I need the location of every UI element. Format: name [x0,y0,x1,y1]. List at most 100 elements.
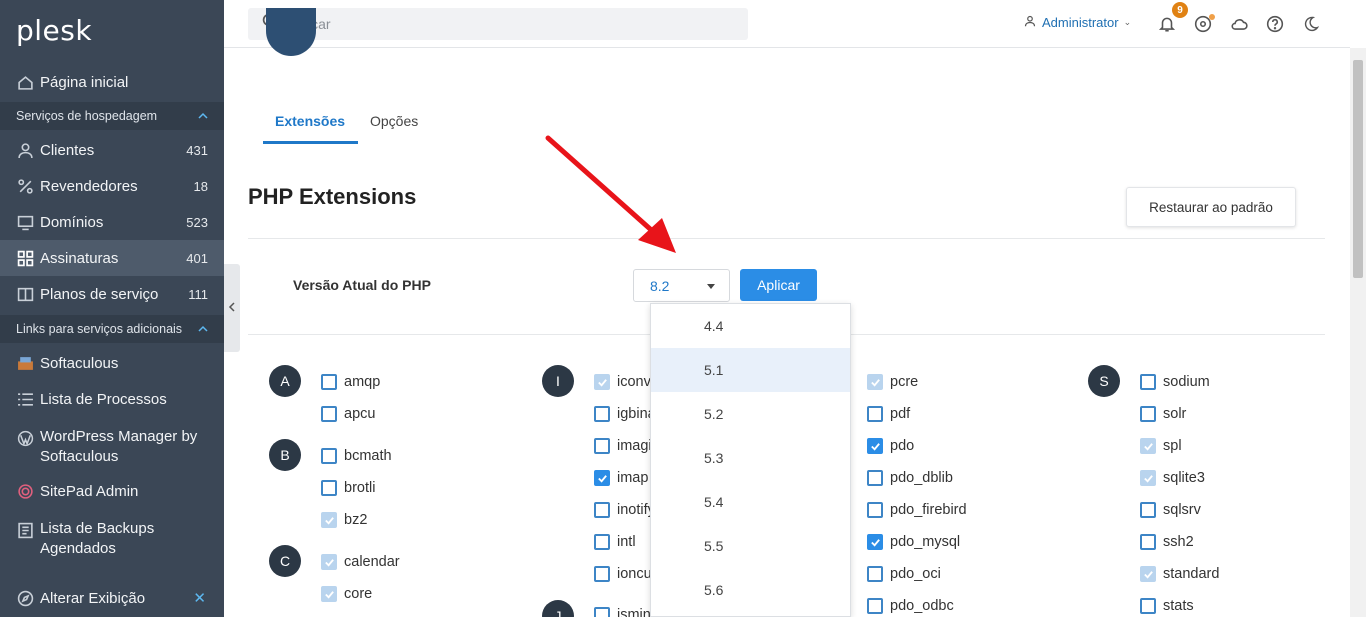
extension-row: sodium [1140,372,1210,392]
extension-checkbox [321,512,337,528]
extension-checkbox[interactable] [1140,502,1156,518]
extension-label: pdo_odbc [890,598,954,614]
user-menu[interactable]: Administrator ⌄ [1024,15,1131,30]
tab-extensions[interactable]: Extensões [263,108,358,144]
dropdown-option[interactable]: 5.2 [651,392,850,436]
extension-row: standard [1140,564,1219,584]
sidebar-item-service-plans[interactable]: Planos de serviço 111 [0,276,224,312]
extension-label: solr [1163,406,1187,422]
extension-checkbox[interactable] [594,534,610,550]
extension-checkbox [321,586,337,602]
dropdown-option[interactable]: 5.6 [651,568,850,612]
php-version-dropdown: 4.4 5.1 5.2 5.3 5.4 5.5 5.6 [650,303,851,617]
extension-row: sqlite3 [1140,468,1205,488]
dark-mode-icon[interactable] [1301,14,1321,34]
extension-label: spl [1163,438,1182,454]
extension-row: spl [1140,436,1182,456]
sidebar-item-label: Domínios [40,213,104,231]
extension-checkbox[interactable] [1140,598,1156,614]
extension-checkbox[interactable] [321,480,337,496]
extension-checkbox[interactable] [594,607,610,617]
extension-row: stats [1140,596,1194,616]
sidebar-item-label: Planos de serviço [40,285,159,303]
sidebar-item-resellers[interactable]: Revendedores 18 [0,168,224,204]
sidebar-item-domains[interactable]: Domínios 523 [0,204,224,240]
extension-row: pdo_firebird [867,500,967,520]
user-name: Administrator [1042,15,1119,30]
sidebar-item-process-list[interactable]: Lista de Processos [0,381,224,417]
book-icon [16,285,34,303]
php-version-value: 8.2 [650,277,670,294]
scrollbar-thumb[interactable] [1353,60,1363,278]
softaculous-icon [16,354,34,372]
extension-checkbox[interactable] [1140,534,1156,550]
extension-checkbox[interactable] [321,406,337,422]
extension-checkbox[interactable] [321,374,337,390]
extension-row: pdo_dblib [867,468,953,488]
extension-checkbox[interactable] [867,470,883,486]
apply-button[interactable]: Aplicar [740,269,817,301]
help-icon[interactable] [1265,14,1285,34]
notifications-icon[interactable] [1157,14,1177,34]
sidebar-item-softaculous[interactable]: Softaculous [0,345,224,381]
cloud-icon[interactable] [1229,14,1249,34]
extension-checkbox[interactable] [867,438,883,454]
letter-badge: S [1088,365,1120,397]
extension-checkbox[interactable] [321,448,337,464]
page-scrollbar[interactable] [1350,48,1366,617]
extension-label: core [344,586,373,602]
php-version-select[interactable]: 8.2 [633,269,730,302]
extension-checkbox[interactable] [594,566,610,582]
sidebar-item-label: Página inicial [40,73,129,91]
sidebar: plesk Página inicial Serviços de hospeda… [0,0,224,617]
sidebar-item-label: WordPress Manager by Softaculous [40,428,198,465]
extension-checkbox[interactable] [594,438,610,454]
dropdown-option[interactable]: 5.4 [651,480,850,524]
extension-checkbox[interactable] [867,598,883,614]
user-icon [16,141,34,159]
sidebar-item-home[interactable]: Página inicial [0,64,224,100]
chevron-up-icon [198,110,208,124]
dropdown-option[interactable]: 5.5 [651,524,850,568]
sidebar-item-label: SitePad Admin [40,482,139,500]
extension-label: sqlite3 [1163,470,1205,486]
restore-default-button[interactable]: Restaurar ao padrão [1126,187,1296,227]
search-input[interactable] [287,16,727,32]
sidebar-item-scheduled-backups[interactable]: Lista de Backups Agendados [0,517,210,561]
dropdown-option[interactable]: 5.3 [651,436,850,480]
percent-icon [16,177,34,195]
letter-badge: A [269,365,301,397]
dropdown-option[interactable]: 5.1 [651,348,850,392]
extension-checkbox[interactable] [1140,374,1156,390]
sidebar-item-sitepad-admin[interactable]: SitePad Admin [0,473,224,509]
sidebar-collapse-handle[interactable] [224,264,240,352]
extension-checkbox[interactable] [867,406,883,422]
extension-label: pdo_dblib [890,470,953,486]
extension-row: solr [1140,404,1186,424]
extension-label: standard [1163,566,1220,582]
section-hosting-services[interactable]: Serviços de hospedagem [0,102,224,130]
extension-checkbox[interactable] [594,470,610,486]
sidebar-item-subscriptions[interactable]: Assinaturas 401 [0,240,224,276]
tab-options[interactable]: Opções [358,108,430,144]
extension-row: inotify [594,500,655,520]
letter-badge: B [269,439,301,471]
close-icon[interactable]: ✕ [193,589,206,607]
search-box[interactable] [248,8,748,40]
extension-checkbox[interactable] [1140,406,1156,422]
sidebar-item-change-view[interactable]: Alterar Exibição ✕ [0,580,224,616]
extension-checkbox[interactable] [867,566,883,582]
extension-checkbox[interactable] [867,534,883,550]
sidebar-item-label: Assinaturas [40,249,119,267]
dropdown-option[interactable]: 4.4 [651,304,850,348]
chevron-up-icon [198,323,208,337]
list-icon [16,390,34,408]
plesk-logo[interactable]: plesk [16,14,92,47]
extension-checkbox[interactable] [867,502,883,518]
sidebar-item-clients[interactable]: Clientes 431 [0,132,224,168]
extension-checkbox[interactable] [594,502,610,518]
sidebar-item-wordpress-manager[interactable]: WordPress Manager by Softaculous [0,425,210,469]
section-additional-links[interactable]: Links para serviços adicionais [0,315,224,343]
extension-checkbox[interactable] [594,406,610,422]
extension-row: bcmath [321,446,392,466]
